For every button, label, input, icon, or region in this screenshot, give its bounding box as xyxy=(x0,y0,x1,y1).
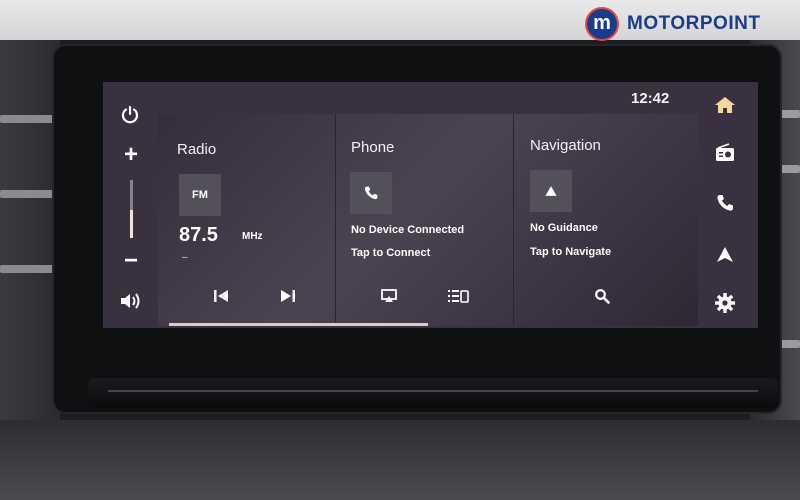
phone-widget[interactable]: Phone No Device Connected Tap to Connect xyxy=(335,114,514,326)
dashboard-bottom xyxy=(0,420,800,500)
fm-band-tile: FM xyxy=(179,174,221,216)
minus-icon: − xyxy=(123,247,138,274)
radio-title: Radio xyxy=(177,141,217,158)
settings-icon[interactable] xyxy=(710,290,740,316)
phone-tile-icon xyxy=(350,172,392,214)
station-name: – xyxy=(182,252,188,263)
frequency-unit: MHz xyxy=(242,231,263,242)
left-control-column: + − xyxy=(103,82,158,328)
phone-connect-hint[interactable]: Tap to Connect xyxy=(351,247,430,259)
phone-title: Phone xyxy=(351,139,395,156)
radio-frequency: 87.5 xyxy=(179,224,218,246)
bezel-lip xyxy=(88,378,778,408)
home-icon[interactable] xyxy=(710,92,740,118)
brand-mark: m xyxy=(585,7,619,41)
phone-icon[interactable] xyxy=(710,190,740,216)
previous-track-icon[interactable] xyxy=(208,284,234,308)
volume-down-button[interactable]: − xyxy=(118,247,144,274)
volume-slider-fill xyxy=(130,210,133,238)
widget-panels: Radio FM 87.5 MHz – Phone No Device Conn… xyxy=(158,114,698,326)
plus-icon: + xyxy=(123,141,138,168)
search-icon[interactable] xyxy=(589,284,615,308)
contacts-list-icon[interactable] xyxy=(444,284,472,308)
radio-widget[interactable]: Radio FM 87.5 MHz – xyxy=(158,114,335,326)
screen-mirror-icon[interactable] xyxy=(376,284,402,308)
navigation-widget[interactable]: Navigation No Guidance Tap to Navigate xyxy=(513,114,699,326)
dashboard-left-vent xyxy=(0,40,60,420)
navigation-tile-icon xyxy=(530,170,572,212)
infotainment-display: 12:42 + − Radio FM 87.5 MHz – Phone No D… xyxy=(103,82,758,328)
navigation-title: Navigation xyxy=(530,137,601,154)
power-icon[interactable] xyxy=(117,102,143,128)
navigation-hint[interactable]: Tap to Navigate xyxy=(530,246,611,258)
speaker-icon[interactable] xyxy=(117,288,145,314)
volume-up-button[interactable]: + xyxy=(118,141,144,168)
brand-name: MOTORPOINT xyxy=(627,13,761,34)
right-nav-column xyxy=(698,82,758,328)
brand-logo: m MOTORPOINT xyxy=(585,6,760,42)
navigation-status: No Guidance xyxy=(530,222,598,234)
navigation-icon[interactable] xyxy=(710,242,740,268)
clock: 12:42 xyxy=(631,90,670,107)
phone-status: No Device Connected xyxy=(351,224,465,236)
media-progress-bar xyxy=(169,323,428,326)
radio-icon[interactable] xyxy=(710,140,740,166)
next-track-icon[interactable] xyxy=(275,284,301,308)
